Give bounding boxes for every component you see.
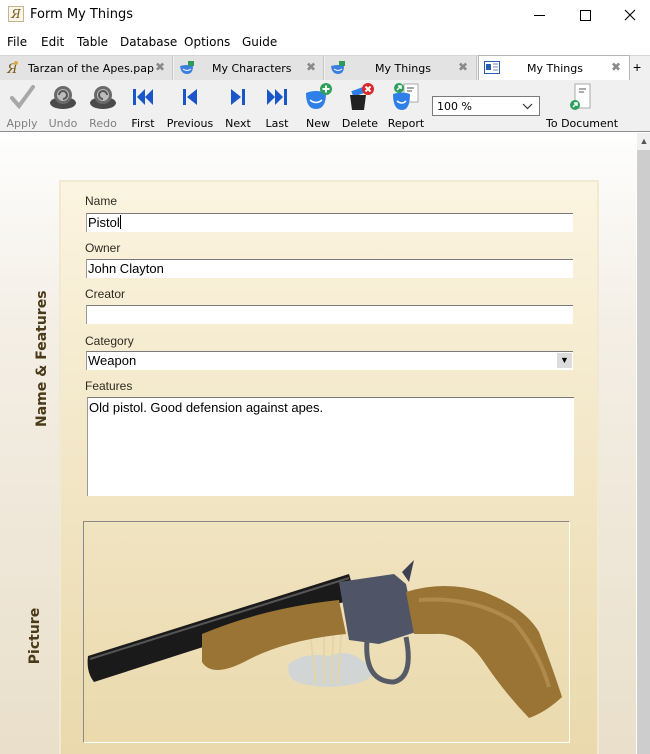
- menu-edit[interactable]: Edit: [41, 35, 64, 49]
- to-document-icon: [570, 83, 591, 110]
- next-record-icon: [231, 89, 245, 105]
- section-label-picture: Picture: [27, 607, 43, 665]
- features-textarea[interactable]: Old pistol. Good defension against apes.: [87, 397, 574, 496]
- undo-icon: [50, 86, 76, 109]
- owner-label: Owner: [85, 241, 121, 255]
- tab-my-things[interactable]: My Things ✖: [325, 56, 477, 81]
- features-label: Features: [85, 379, 133, 393]
- toolbar: Apply Undo Redo First Previous Next Last…: [0, 80, 650, 132]
- maximize-button[interactable]: [562, 0, 608, 30]
- previous-record-button[interactable]: Previous: [166, 80, 214, 132]
- last-record-icon: [267, 89, 287, 105]
- apply-button[interactable]: Apply: [4, 80, 40, 132]
- name-label: Name: [85, 194, 118, 208]
- new-record-button[interactable]: New: [300, 80, 336, 132]
- minimize-button[interactable]: [516, 0, 562, 30]
- pistol-image: [87, 560, 562, 718]
- close-tab-icon[interactable]: ✖: [306, 60, 316, 74]
- form-icon: [484, 61, 500, 74]
- menu-bar: File Edit Table Database Options Guide: [0, 32, 650, 52]
- redo-icon: [90, 86, 116, 109]
- first-record-button[interactable]: First: [126, 80, 160, 132]
- section-label-name-features: Name & Features: [34, 290, 50, 427]
- report-button[interactable]: Report: [386, 80, 426, 132]
- text-caret: [119, 215, 121, 229]
- window-title: Form My Things: [30, 7, 133, 22]
- tab-my-characters[interactable]: My Characters ✖: [174, 56, 324, 81]
- report-icon: [393, 83, 419, 110]
- maximize-icon: [579, 9, 591, 21]
- previous-record-icon: [183, 89, 197, 105]
- first-record-icon: [133, 89, 153, 105]
- tab-tarzan-of-the-apes[interactable]: Я Tarzan of the Apes.pap ✖: [0, 56, 173, 81]
- creator-field[interactable]: [86, 305, 573, 324]
- to-document-button[interactable]: To Document: [546, 80, 618, 132]
- category-select[interactable]: Weapon ▼: [86, 351, 573, 370]
- next-record-button[interactable]: Next: [220, 80, 256, 132]
- menu-options[interactable]: Options: [184, 35, 230, 49]
- close-tab-icon[interactable]: ✖: [155, 60, 165, 74]
- checkmark-icon: [10, 85, 35, 110]
- close-tab-icon[interactable]: ✖: [611, 60, 621, 74]
- undo-button[interactable]: Undo: [46, 80, 80, 132]
- delete-record-button[interactable]: Delete: [340, 80, 380, 132]
- redo-button[interactable]: Redo: [86, 80, 120, 132]
- last-record-button[interactable]: Last: [260, 80, 294, 132]
- category-label: Category: [85, 334, 134, 348]
- mask-table-icon: [180, 61, 194, 74]
- tab-my-things-form[interactable]: My Things ✖: [478, 55, 630, 81]
- menu-table[interactable]: Table: [77, 35, 108, 49]
- mask-table-icon: [331, 61, 345, 74]
- new-mask-icon: [306, 83, 332, 109]
- vertical-scrollbar[interactable]: ▲: [636, 133, 650, 754]
- menu-file[interactable]: File: [7, 35, 27, 49]
- tab-label: My Things: [375, 62, 431, 75]
- tab-label: My Things: [527, 62, 583, 75]
- dropdown-arrow-icon[interactable]: ▼: [557, 353, 572, 368]
- app-logo-icon: Я: [8, 6, 24, 22]
- picture-field[interactable]: [83, 521, 570, 743]
- menu-database[interactable]: Database: [120, 35, 177, 49]
- title-bar: Я Form My Things: [0, 0, 650, 30]
- creator-label: Creator: [85, 287, 126, 301]
- close-icon: [624, 9, 636, 21]
- name-field[interactable]: Pistol: [86, 213, 573, 232]
- app-logo-icon: Я: [6, 61, 18, 76]
- trash-icon: [350, 83, 374, 110]
- zoom-level-value: 100 %: [437, 100, 472, 113]
- scroll-up-icon[interactable]: ▲: [637, 133, 650, 150]
- menu-guide[interactable]: Guide: [242, 35, 277, 49]
- minimize-icon: [533, 14, 545, 16]
- tab-bar: Я Tarzan of the Apes.pap ✖ My Characters…: [0, 55, 650, 81]
- close-button[interactable]: [607, 0, 650, 30]
- chevron-down-icon: [522, 103, 533, 110]
- tab-label: My Characters: [212, 62, 292, 75]
- tab-label: Tarzan of the Apes.pap: [28, 62, 155, 75]
- zoom-level-select[interactable]: 100 %: [432, 96, 540, 116]
- add-tab-button[interactable]: +: [633, 59, 641, 75]
- owner-field[interactable]: John Clayton: [86, 259, 573, 278]
- close-tab-icon[interactable]: ✖: [458, 60, 468, 74]
